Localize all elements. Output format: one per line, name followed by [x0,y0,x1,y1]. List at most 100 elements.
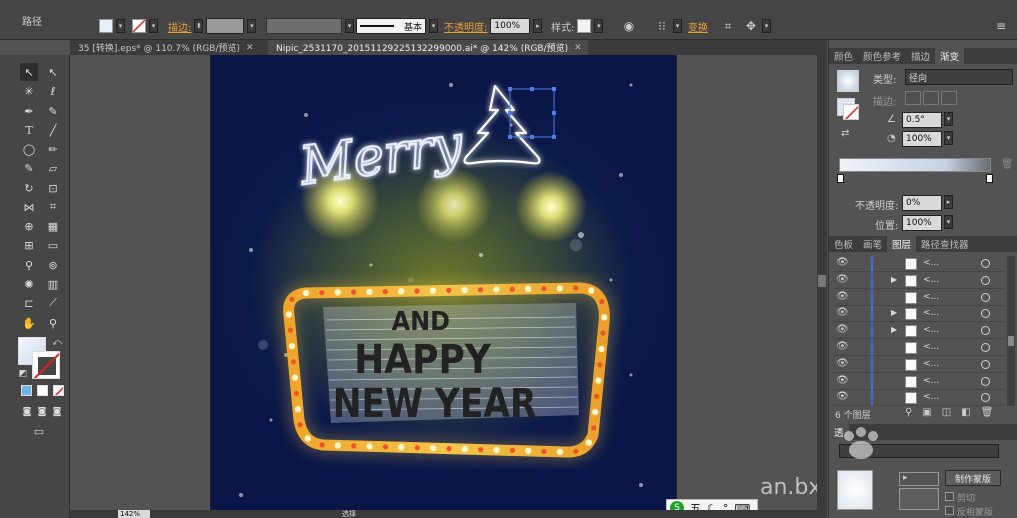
free-transform-tool-icon[interactable]: ⌗ [44,198,62,216]
delete-layer-icon[interactable]: 🗑 [981,407,994,418]
stroke-gradient-buttons[interactable] [905,91,957,105]
stroke-swatch[interactable] [132,19,146,33]
tab-gradient[interactable]: 渐变 [935,48,965,64]
mesh-tool-icon[interactable]: ⊞ [20,236,38,254]
perspective-grid-tool-icon[interactable]: ▦ [44,217,62,235]
layer-name[interactable]: <... [923,325,939,335]
eye-icon[interactable]: 👁 [836,291,849,302]
stroke-label[interactable]: 描边: [168,19,191,34]
stroke-mini-icon[interactable] [843,104,859,120]
close-icon[interactable]: ✕ [246,43,254,53]
gradient-slider[interactable] [839,158,991,172]
target-circle-icon[interactable] [981,292,990,302]
delete-stop-icon[interactable]: 🗑 [1001,159,1014,170]
aspect-ratio-field[interactable]: 100% [902,131,942,147]
style-dropdown[interactable]: ▾ [594,19,604,33]
layer-name[interactable]: <... [923,275,939,285]
eraser-tool-icon[interactable]: ▱ [44,159,62,177]
scale-tool-icon[interactable]: ⊡ [44,179,62,197]
eye-icon[interactable]: 👁 [836,274,849,285]
happy-text[interactable]: HAPPY [354,336,491,382]
extra-options-dropdown[interactable]: ▾ [762,19,771,33]
layer-row[interactable]: 👁 <... [833,356,1005,373]
zoom-field[interactable]: 142% [118,510,150,518]
gradient-opacity-dropdown[interactable]: ▸ [944,195,953,209]
hand-tool-icon[interactable]: ✋ [20,314,38,332]
expand-triangle-icon[interactable]: ▶ [891,308,897,317]
direct-selection-tool-icon[interactable]: ↖ [44,63,62,81]
status-mode[interactable]: 选择 [342,510,356,518]
layer-row[interactable]: 👁 <... [833,373,1005,390]
layer-row[interactable]: 👁 <... [833,340,1005,356]
scroll-thumb[interactable] [818,275,826,287]
angle-field[interactable]: 0.5° [902,112,942,128]
tab-stroke[interactable]: 描边 [906,48,935,64]
curvature-tool-icon[interactable]: ✎ [44,102,62,120]
fill-dropdown[interactable]: ▾ [116,19,125,33]
lasso-tool-icon[interactable]: ℓ [44,82,62,100]
doc-tab-1[interactable]: 35 [转换].eps* @ 110.7% (RGB/预览) ✕ [70,40,268,55]
canvas-area[interactable]: Merry AND HAPPY NEW YEAR an.bx S 五 ☾ ° ⌨ [70,55,827,517]
layer-row[interactable]: 👁 ▶ <... [833,272,1005,289]
none-mode-icon[interactable] [53,385,64,396]
magic-wand-tool-icon[interactable]: ✳ [20,82,38,100]
eye-icon[interactable]: 👁 [836,325,849,335]
target-circle-icon[interactable] [981,309,990,319]
slice-tool-icon[interactable]: ⟋ [44,294,62,312]
pen-tool-icon[interactable]: ✒ [20,102,38,120]
stroke-weight-field[interactable] [206,18,245,34]
new-layer-icon[interactable]: ◧ [961,407,970,418]
layers-scrollbar[interactable] [1007,256,1015,406]
selection-handles[interactable] [508,87,556,139]
width-tool-icon[interactable]: ⋈ [20,198,38,216]
layer-row[interactable]: 👁 ▶ <... [833,306,1005,323]
tab-swatches[interactable]: 色板 [829,236,858,252]
transparency-thumbnail[interactable] [837,470,873,510]
locate-object-icon[interactable]: ⚲ [905,407,912,418]
eye-icon[interactable]: 👁 [836,342,849,352]
new-sublayer-icon[interactable]: ◫ [942,407,951,418]
target-circle-icon[interactable] [981,259,990,268]
panel-menu-icon[interactable]: ≡ [993,18,1009,34]
eye-icon[interactable]: 👁 [836,308,849,318]
and-text[interactable]: AND [392,306,450,336]
draw-inside-icon[interactable]: ◙ [48,403,66,421]
layer-name[interactable]: <... [923,376,939,386]
gradient-stop-right[interactable] [986,174,993,183]
gradient-mode-icon[interactable] [37,385,48,396]
angle-dropdown[interactable]: ▾ [944,112,953,126]
stroke-profile-field[interactable]: 基本 [356,18,426,34]
blend-tool-icon[interactable]: ⊚ [44,256,62,274]
isolate-icon[interactable]: ⌗ [720,18,736,34]
layer-row[interactable]: 👁 <... [833,256,1005,272]
transform-link[interactable]: 变换 [688,19,708,34]
tab-brushes[interactable]: 画笔 [858,236,887,252]
screen-mode-icon[interactable]: ▭ [30,422,48,440]
mask-thumbnail[interactable] [899,488,939,510]
recolor-artwork-icon[interactable]: ◉ [621,18,637,34]
artboard-tool-icon[interactable]: ⊏ [20,294,38,312]
zoom-tool-icon[interactable]: ⚲ [44,314,62,332]
target-circle-icon[interactable] [981,343,990,352]
pencil-tool-icon[interactable]: ✎ [20,159,38,177]
target-circle-icon[interactable] [981,326,990,336]
make-mask-button[interactable]: 制作蒙版 [945,470,1001,486]
eye-icon[interactable]: 👁 [836,358,849,369]
layer-row[interactable]: 👁 <... [833,390,1005,407]
opacity-label[interactable]: 不透明度: [444,19,487,34]
eye-icon[interactable]: 👁 [836,392,849,402]
gradient-type-select[interactable]: 径向 [905,69,1013,85]
gradient-tool-icon[interactable]: ▭ [44,236,62,254]
symbol-sprayer-tool-icon[interactable]: ✺ [20,275,38,293]
layer-name[interactable]: <... [923,308,939,318]
color-mode-icon[interactable] [21,385,32,396]
clipping-mask-icon[interactable]: ▣ [922,407,931,418]
new-year-text[interactable]: NEW YEAR [333,379,537,426]
layer-name[interactable]: <... [923,392,939,402]
expand-triangle-icon[interactable]: ▶ [891,275,897,284]
line-tool-icon[interactable]: ╱ [44,121,62,139]
stroke-profile-dropdown[interactable]: ▾ [429,19,438,33]
gradient-location-dropdown[interactable]: ▾ [944,215,953,229]
tab-layers[interactable]: 图层 [887,236,917,252]
opacity-field[interactable]: 100% [490,18,531,34]
